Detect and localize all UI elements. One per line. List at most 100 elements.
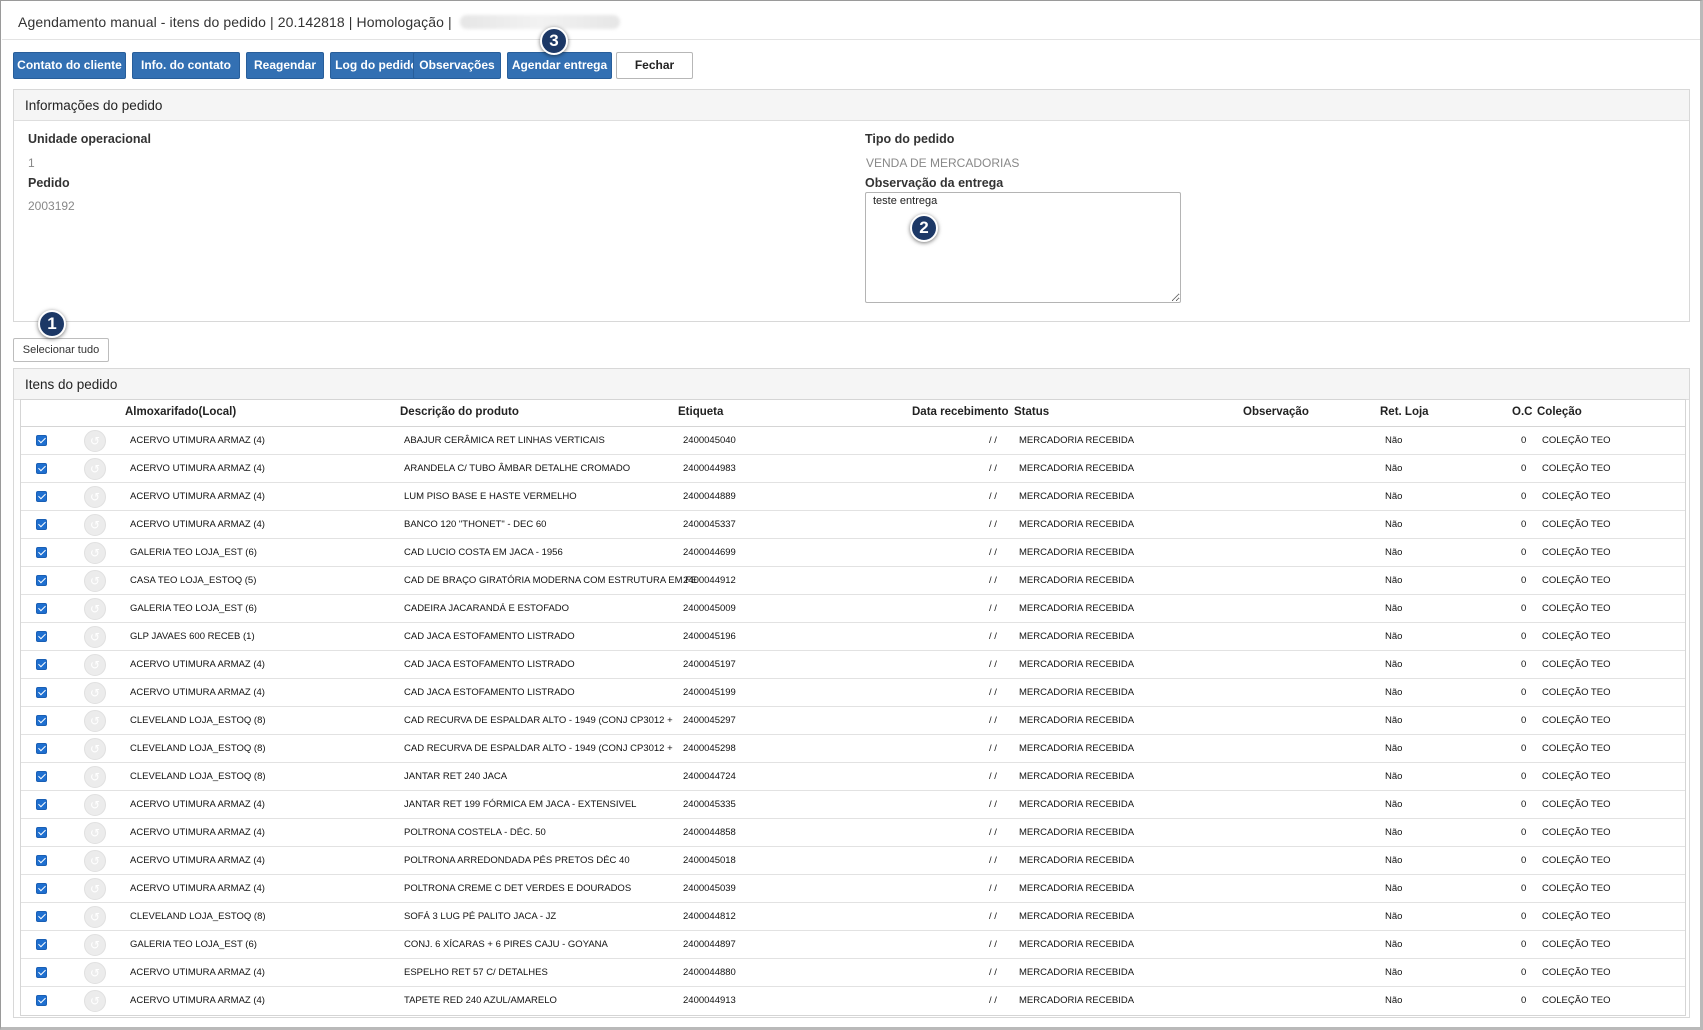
table-row: ↺ ACERVO UTIMURA ARMAZ (4) ESPELHO RET 57 … bbox=[21, 959, 1685, 987]
cell-data-recebimento: / / bbox=[989, 715, 997, 726]
row-checkbox[interactable] bbox=[36, 603, 47, 614]
history-icon[interactable]: ↺ bbox=[84, 710, 106, 732]
col-colecao[interactable]: Coleção bbox=[1537, 406, 1582, 418]
cell-colecao: COLEÇÃO TEO bbox=[1542, 519, 1611, 530]
observacoes-button[interactable]: Observações bbox=[413, 52, 501, 79]
info-panel-title: Informações do pedido bbox=[14, 90, 1689, 121]
history-icon[interactable]: ↺ bbox=[84, 878, 106, 900]
history-icon[interactable]: ↺ bbox=[84, 794, 106, 816]
row-checkbox[interactable] bbox=[36, 659, 47, 670]
cell-etiqueta: 2400044912 bbox=[683, 575, 736, 586]
cell-etiqueta: 2400045199 bbox=[683, 687, 736, 698]
cell-data-recebimento: / / bbox=[989, 967, 997, 978]
cell-ret-loja: Não bbox=[1385, 687, 1403, 698]
reagendar-button[interactable]: Reagendar bbox=[246, 52, 324, 79]
cell-status: MERCADORIA RECEBIDA bbox=[1019, 603, 1135, 614]
row-checkbox[interactable] bbox=[36, 939, 47, 950]
cell-etiqueta: 2400045039 bbox=[683, 883, 736, 894]
history-icon[interactable]: ↺ bbox=[84, 542, 106, 564]
row-checkbox[interactable] bbox=[36, 491, 47, 502]
cell-status: MERCADORIA RECEBIDA bbox=[1019, 687, 1135, 698]
cell-status: MERCADORIA RECEBIDA bbox=[1019, 995, 1135, 1006]
row-checkbox[interactable] bbox=[36, 463, 47, 474]
history-icon[interactable]: ↺ bbox=[84, 626, 106, 648]
history-icon[interactable]: ↺ bbox=[84, 850, 106, 872]
col-observacao[interactable]: Observação bbox=[1243, 406, 1309, 418]
history-icon[interactable]: ↺ bbox=[84, 906, 106, 928]
history-icon[interactable]: ↺ bbox=[84, 458, 106, 480]
row-checkbox[interactable] bbox=[36, 547, 47, 558]
cell-status: MERCADORIA RECEBIDA bbox=[1019, 911, 1135, 922]
cell-almoxarifado: ACERVO UTIMURA ARMAZ (4) bbox=[130, 435, 265, 446]
col-almoxarifado[interactable]: Almoxarifado(Local) bbox=[125, 406, 236, 418]
cell-ret-loja: Não bbox=[1385, 827, 1403, 838]
cell-status: MERCADORIA RECEBIDA bbox=[1019, 939, 1135, 950]
cell-descricao: ABAJUR CERÂMICA RET LINHAS VERTICAIS bbox=[404, 435, 605, 446]
cell-descricao: CAD RECURVA DE ESPALDAR ALTO - 1949 (CON… bbox=[404, 715, 673, 726]
cell-ret-loja: Não bbox=[1385, 995, 1403, 1006]
cell-data-recebimento: / / bbox=[989, 771, 997, 782]
cell-oc: 0 bbox=[1521, 715, 1527, 726]
log-pedido-button[interactable]: Log do pedido bbox=[330, 52, 423, 79]
history-icon[interactable]: ↺ bbox=[84, 570, 106, 592]
row-checkbox[interactable] bbox=[36, 631, 47, 642]
col-oc[interactable]: O.C bbox=[1512, 406, 1532, 418]
history-icon[interactable]: ↺ bbox=[84, 822, 106, 844]
row-checkbox[interactable] bbox=[36, 827, 47, 838]
row-checkbox[interactable] bbox=[36, 771, 47, 782]
row-checkbox[interactable] bbox=[36, 743, 47, 754]
col-etiqueta[interactable]: Etiqueta bbox=[678, 406, 723, 418]
obs-entrega-textarea[interactable]: teste entrega bbox=[865, 192, 1181, 303]
items-grid-body: ↺ ACERVO UTIMURA ARMAZ (4) ABAJUR CERÂMICA… bbox=[21, 427, 1685, 1015]
history-icon[interactable]: ↺ bbox=[84, 990, 106, 1012]
row-checkbox[interactable] bbox=[36, 687, 47, 698]
redacted-text bbox=[459, 15, 620, 29]
row-checkbox[interactable] bbox=[36, 575, 47, 586]
row-checkbox[interactable] bbox=[36, 883, 47, 894]
row-checkbox[interactable] bbox=[36, 995, 47, 1006]
cell-descricao: LUM PISO BASE E HASTE VERMELHO bbox=[404, 491, 577, 502]
cell-descricao: CADEIRA JACARANDÁ E ESTOFADO bbox=[404, 603, 570, 614]
table-row: ↺ ACERVO UTIMURA ARMAZ (4) JANTAR RET 199 … bbox=[21, 791, 1685, 819]
step-marker-2: 2 bbox=[910, 214, 938, 242]
history-icon[interactable]: ↺ bbox=[84, 738, 106, 760]
history-icon[interactable]: ↺ bbox=[84, 962, 106, 984]
history-icon[interactable]: ↺ bbox=[84, 598, 106, 620]
history-icon[interactable]: ↺ bbox=[84, 514, 106, 536]
cell-almoxarifado: ACERVO UTIMURA ARMAZ (4) bbox=[130, 883, 265, 894]
cell-almoxarifado: ACERVO UTIMURA ARMAZ (4) bbox=[130, 519, 265, 530]
cell-almoxarifado: CLEVELAND LOJA_ESTOQ (8) bbox=[130, 911, 266, 922]
col-data-recebimento[interactable]: Data recebimento bbox=[912, 406, 1009, 418]
history-icon[interactable]: ↺ bbox=[84, 430, 106, 452]
contato-cliente-button[interactable]: Contato do cliente bbox=[13, 52, 126, 79]
history-icon[interactable]: ↺ bbox=[84, 486, 106, 508]
history-icon[interactable]: ↺ bbox=[84, 682, 106, 704]
col-ret-loja[interactable]: Ret. Loja bbox=[1380, 406, 1429, 418]
history-icon[interactable]: ↺ bbox=[84, 934, 106, 956]
history-icon[interactable]: ↺ bbox=[84, 654, 106, 676]
info-contato-button[interactable]: Info. do contato bbox=[132, 52, 240, 79]
info-panel: Informações do pedido bbox=[13, 89, 1690, 322]
fechar-button[interactable]: Fechar bbox=[616, 52, 693, 79]
cell-status: MERCADORIA RECEBIDA bbox=[1019, 631, 1135, 642]
agendar-entrega-button[interactable]: Agendar entrega bbox=[507, 52, 612, 79]
cell-status: MERCADORIA RECEBIDA bbox=[1019, 435, 1135, 446]
col-descricao[interactable]: Descrição do produto bbox=[400, 406, 519, 418]
cell-colecao: COLEÇÃO TEO bbox=[1542, 603, 1611, 614]
row-checkbox[interactable] bbox=[36, 435, 47, 446]
cell-descricao: CAD JACA ESTOFAMENTO LISTRADO bbox=[404, 659, 575, 670]
row-checkbox[interactable] bbox=[36, 967, 47, 978]
history-icon[interactable]: ↺ bbox=[84, 766, 106, 788]
row-checkbox[interactable] bbox=[36, 715, 47, 726]
cell-descricao: CAD JACA ESTOFAMENTO LISTRADO bbox=[404, 687, 575, 698]
row-checkbox[interactable] bbox=[36, 519, 47, 530]
selecionar-tudo-button[interactable]: Selecionar tudo bbox=[13, 338, 109, 362]
cell-status: MERCADORIA RECEBIDA bbox=[1019, 491, 1135, 502]
cell-ret-loja: Não bbox=[1385, 603, 1403, 614]
col-status[interactable]: Status bbox=[1014, 406, 1049, 418]
cell-almoxarifado: CLEVELAND LOJA_ESTOQ (8) bbox=[130, 771, 266, 782]
row-checkbox[interactable] bbox=[36, 799, 47, 810]
row-checkbox[interactable] bbox=[36, 911, 47, 922]
row-checkbox[interactable] bbox=[36, 855, 47, 866]
cell-ret-loja: Não bbox=[1385, 743, 1403, 754]
